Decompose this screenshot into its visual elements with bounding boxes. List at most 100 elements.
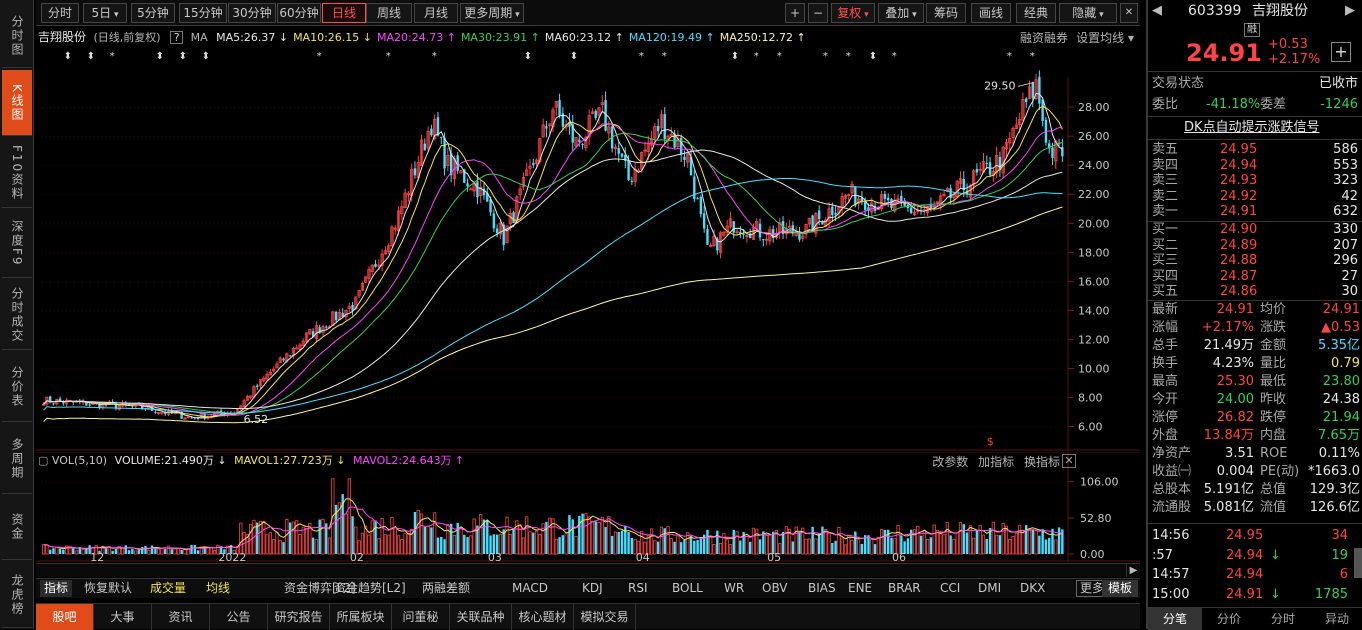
- signal-marker: *: [1030, 51, 1035, 62]
- volume-chart-area[interactable]: 106.0052.800.001220220203040506 ▢ VOL(5,…: [36, 452, 1140, 562]
- left-nav-item[interactable]: 多周期: [2, 424, 32, 494]
- indicator-button[interactable]: 成交量: [150, 580, 186, 597]
- period-tab[interactable]: 月线: [414, 3, 458, 23]
- order-volume: 27: [1341, 269, 1358, 285]
- toolbar-button[interactable]: 画线: [971, 3, 1011, 23]
- left-nav-item[interactable]: 深度F9: [2, 210, 32, 278]
- period-tab[interactable]: 15分钟: [179, 3, 227, 23]
- period-tab[interactable]: 60分钟: [277, 3, 321, 23]
- toolbar-button[interactable]: 叠加 ▾: [878, 3, 924, 23]
- quote-tab[interactable]: 分笔: [1148, 608, 1202, 630]
- toolbar-button[interactable]: +: [785, 3, 805, 23]
- bottom-tab[interactable]: 问董秘: [392, 604, 450, 630]
- volume-box-icon[interactable]: ▢: [38, 454, 48, 467]
- indicator-button[interactable]: 两融差额: [422, 580, 470, 597]
- indicator-button[interactable]: 指标: [40, 580, 72, 597]
- scroll-right-icon[interactable]: ▶: [1126, 564, 1140, 577]
- edit-params-link[interactable]: 改参数: [932, 455, 968, 469]
- period-tab[interactable]: 30分钟: [228, 3, 276, 23]
- bottom-tab[interactable]: 公告: [210, 604, 268, 630]
- order-price[interactable]: 24.95: [1220, 142, 1257, 158]
- toolbar-button[interactable]: 经典: [1016, 3, 1056, 23]
- indicator-button[interactable]: 恢复默认: [84, 580, 132, 597]
- left-nav-item[interactable]: 资金: [2, 494, 32, 560]
- add-indicator-link[interactable]: 加指标: [978, 455, 1014, 469]
- indicator-button[interactable]: BOLL: [672, 580, 703, 597]
- volume-bar: [470, 536, 472, 554]
- indicator-button[interactable]: DMI: [978, 580, 1001, 597]
- order-price[interactable]: 24.92: [1220, 189, 1257, 205]
- volume-bar: [394, 528, 396, 554]
- period-tab[interactable]: 周线: [366, 3, 412, 23]
- indicator-button[interactable]: ENE: [848, 580, 872, 597]
- stat-value: 24.00: [1217, 392, 1254, 408]
- close-icon[interactable]: ✕: [1062, 454, 1076, 468]
- order-price[interactable]: 24.90: [1220, 222, 1257, 238]
- left-nav-item[interactable]: K线图: [2, 70, 32, 136]
- switch-indicator-link[interactable]: 换指标: [1024, 455, 1060, 469]
- order-price[interactable]: 24.93: [1220, 173, 1257, 189]
- collapse-left-icon[interactable]: ◀: [1152, 3, 1162, 19]
- indicator-button[interactable]: BIAS: [808, 580, 836, 597]
- indicator-button[interactable]: MACD: [512, 580, 548, 597]
- period-tab[interactable]: 更多周期 ▾: [460, 3, 524, 23]
- stat-label: 总手: [1152, 338, 1178, 354]
- toolbar-button[interactable]: 隐藏 ▾: [1059, 3, 1117, 23]
- volume-bar: [874, 544, 876, 554]
- indicator-button[interactable]: OBV: [762, 580, 788, 597]
- indicator-button[interactable]: BRAR: [888, 580, 921, 597]
- period-tab[interactable]: 分时: [41, 3, 79, 23]
- kline-svg[interactable]: 6.008.0010.0012.0014.0016.0018.0020.0022…: [36, 27, 1140, 451]
- left-nav-item[interactable]: 分时成交: [2, 280, 32, 350]
- tick-time: 14:57: [1152, 567, 1189, 583]
- period-tab[interactable]: 5日 ▾: [83, 3, 127, 23]
- chevron-down-icon: ▾: [909, 10, 916, 20]
- dk-signal-link[interactable]: DK点自动提示涨跌信号: [1184, 120, 1320, 136]
- quote-tab[interactable]: 分价: [1202, 608, 1256, 630]
- left-nav-item[interactable]: 分时图: [2, 4, 32, 68]
- quote-tab[interactable]: 分时: [1256, 608, 1310, 630]
- period-tab[interactable]: 5分钟: [131, 3, 175, 23]
- tick-scrollbar[interactable]: [1354, 548, 1362, 578]
- volume-bar: [716, 531, 718, 554]
- period-tab[interactable]: 日线: [322, 3, 366, 23]
- quote-tab[interactable]: 异动: [1310, 608, 1362, 630]
- indicator-button[interactable]: RSI: [628, 580, 648, 597]
- candle-body: [627, 161, 629, 180]
- bottom-tab[interactable]: 所属板块: [330, 604, 392, 630]
- left-nav-item[interactable]: 分价表: [2, 352, 32, 422]
- bottom-tab[interactable]: 大事: [94, 604, 152, 630]
- indicator-button[interactable]: DKX: [1020, 580, 1045, 597]
- bottom-tab[interactable]: 资讯: [152, 604, 210, 630]
- bottom-tab[interactable]: 模拟交易: [574, 604, 636, 630]
- toolbar-button[interactable]: −: [808, 3, 828, 23]
- order-price[interactable]: 24.89: [1220, 238, 1257, 254]
- indicator-button[interactable]: 均线: [206, 580, 230, 597]
- toolbar-button[interactable]: 筹码: [926, 3, 966, 23]
- order-price[interactable]: 24.88: [1220, 253, 1257, 269]
- kline-chart-area[interactable]: 吉翔股份 (日线,前复权) ? MA MA5:26.37 ↓MA10:26.15…: [36, 27, 1140, 451]
- add-watchlist-button[interactable]: +: [1331, 42, 1351, 62]
- indicator-button[interactable]: 模板: [1102, 580, 1138, 597]
- order-price[interactable]: 24.87: [1220, 269, 1257, 285]
- order-volume: 207: [1333, 238, 1358, 254]
- indicator-button[interactable]: CCI: [940, 580, 960, 597]
- toolbar-button[interactable]: 复权 ▾: [831, 3, 875, 23]
- indicator-button[interactable]: 资金趋势[L2]: [334, 580, 406, 597]
- left-nav-item[interactable]: 龙虎榜: [2, 562, 32, 628]
- order-price[interactable]: 24.94: [1220, 158, 1257, 174]
- order-price[interactable]: 24.91: [1220, 204, 1257, 220]
- bottom-tab[interactable]: 核心题材: [512, 604, 574, 630]
- collapse-right-icon[interactable]: ▶: [1345, 3, 1355, 19]
- order-price[interactable]: 24.86: [1220, 284, 1257, 300]
- bottom-tab[interactable]: 股吧: [36, 604, 94, 630]
- indicator-button[interactable]: WR: [724, 580, 744, 597]
- horizontal-scrollbar[interactable]: ▶: [36, 563, 1140, 577]
- volume-bar: [131, 549, 133, 554]
- left-nav-item[interactable]: F10资料: [2, 140, 32, 208]
- bottom-tab[interactable]: 研究报告: [268, 604, 330, 630]
- bottom-tab[interactable]: 关联品种: [450, 604, 512, 630]
- indicator-button[interactable]: KDJ: [582, 580, 603, 597]
- tick-volume: 19: [1331, 548, 1348, 564]
- close-window-icon[interactable]: ✕: [1120, 3, 1138, 23]
